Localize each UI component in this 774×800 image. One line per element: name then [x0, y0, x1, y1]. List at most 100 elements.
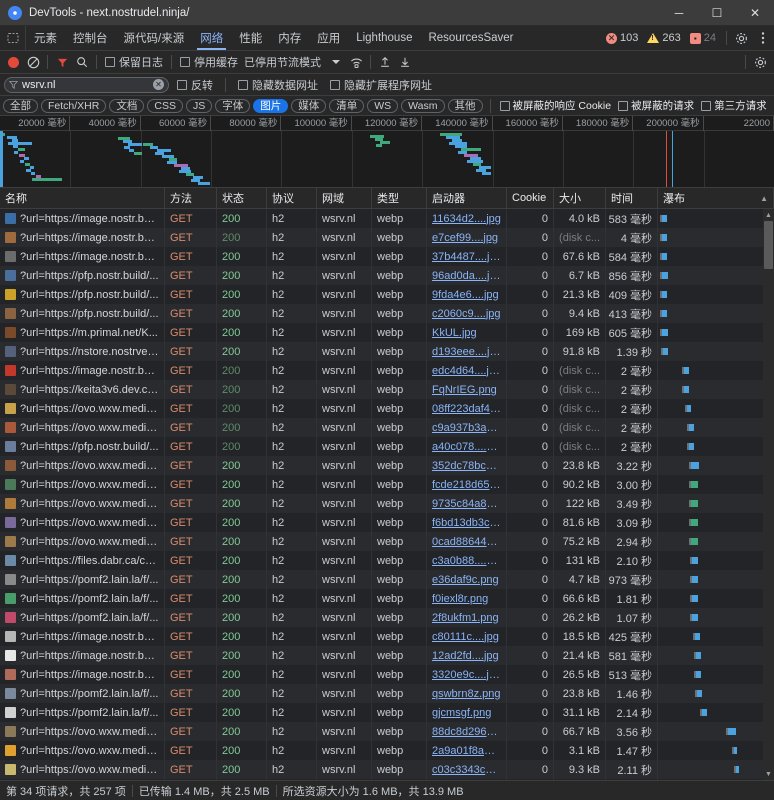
- initiator-link[interactable]: edc4d64....jpg: [432, 365, 501, 377]
- cell-initiator[interactable]: f6bd13db3c3ee3: [427, 513, 507, 532]
- hide-extension-urls-checkbox[interactable]: 隐藏扩展程序网址: [326, 77, 436, 93]
- type-filter-pill-8[interactable]: 清单: [329, 99, 364, 113]
- initiator-link[interactable]: 352dc78bc4a11e: [432, 460, 501, 472]
- type-filter-checkbox-1[interactable]: 被屏蔽的请求: [616, 98, 696, 113]
- dock-side-icon[interactable]: [0, 26, 26, 50]
- network-settings-gear-icon[interactable]: [750, 52, 770, 72]
- cell-initiator[interactable]: c2060c9....jpg: [427, 304, 507, 323]
- column-header-cookie[interactable]: Cookie: [507, 188, 554, 208]
- table-row[interactable]: ?url=https://pfp.nostr.build/...GET200h2…: [0, 437, 774, 456]
- cell-initiator[interactable]: d193eee....jpeg: [427, 342, 507, 361]
- tab-3[interactable]: 网络: [192, 26, 231, 50]
- cell-initiator[interactable]: f0iexl8r.png: [427, 589, 507, 608]
- network-overview-timeline[interactable]: 20000 毫秒40000 毫秒60000 毫秒80000 毫秒100000 毫…: [0, 116, 774, 188]
- table-row[interactable]: ?url=https://image.nostr.bui...GET200h2w…: [0, 247, 774, 266]
- cell-initiator[interactable]: 37b4487....jpg: [427, 247, 507, 266]
- table-row[interactable]: ?url=https://ovo.wxw.media...GET200h2wsr…: [0, 760, 774, 779]
- initiator-link[interactable]: 9fda4e6....jpg: [432, 289, 499, 301]
- table-row[interactable]: ?url=https://pomf2.lain.la/f/...GET200h2…: [0, 570, 774, 589]
- initiator-link[interactable]: f6bd13db3c3ee3: [432, 517, 501, 529]
- type-filter-checkbox-0[interactable]: 被屏蔽的响应 Cookie: [498, 98, 614, 113]
- initiator-link[interactable]: fcde218d6541c6: [432, 479, 501, 491]
- initiator-link[interactable]: 0cad8864491fc0: [432, 536, 501, 548]
- table-row[interactable]: ?url=https://m.primal.net/K...GET200h2ws…: [0, 323, 774, 342]
- initiator-link[interactable]: 11634d2....jpg: [432, 213, 501, 225]
- initiator-link[interactable]: c3a0b88....png: [432, 555, 501, 567]
- type-filter-pill-5[interactable]: 字体: [215, 99, 250, 113]
- tab-4[interactable]: 性能: [231, 26, 270, 50]
- cell-initiator[interactable]: 11634d2....jpg: [427, 209, 507, 228]
- table-row[interactable]: ?url=https://image.nostr.bui...GET200h2w…: [0, 627, 774, 646]
- tab-0[interactable]: 元素: [26, 26, 65, 50]
- cell-initiator[interactable]: 352dc78bc4a11e: [427, 456, 507, 475]
- initiator-link[interactable]: 37b4487....jpg: [432, 251, 501, 263]
- window-maximize-button[interactable]: ☐: [698, 0, 736, 26]
- tab-1[interactable]: 控制台: [65, 26, 116, 50]
- tab-7[interactable]: Lighthouse: [348, 26, 420, 50]
- cell-initiator[interactable]: 50cf074ddc0ce9: [427, 779, 507, 780]
- cell-initiator[interactable]: 9fda4e6....jpg: [427, 285, 507, 304]
- issue-counters[interactable]: ✕ 103 263 ▪ 24: [603, 26, 723, 50]
- cell-initiator[interactable]: 96ad0da....jpg: [427, 266, 507, 285]
- cell-initiator[interactable]: gjcmsgf.png: [427, 703, 507, 722]
- sort-asc-icon[interactable]: ▲: [760, 194, 768, 203]
- table-row[interactable]: ?url=https://ovo.wxw.media...GET200h2wsr…: [0, 513, 774, 532]
- disable-cache-checkbox[interactable]: 停用缓存: [176, 54, 242, 70]
- initiator-link[interactable]: 12ad2fd....jpg: [432, 650, 499, 662]
- column-header-waterfall[interactable]: 瀑布▲: [658, 188, 774, 208]
- export-har-icon[interactable]: [395, 52, 415, 72]
- table-row[interactable]: ?url=https://image.nostr.bui...GET200h2w…: [0, 665, 774, 684]
- record-stop-icon[interactable]: [3, 52, 23, 72]
- cell-initiator[interactable]: c9a937b3a3832c: [427, 418, 507, 437]
- initiator-link[interactable]: c03c3343cab3ee: [432, 764, 501, 776]
- column-header-method[interactable]: 方法: [165, 188, 217, 208]
- cell-initiator[interactable]: 2f8ukfm1.png: [427, 608, 507, 627]
- cell-initiator[interactable]: fcde218d6541c6: [427, 475, 507, 494]
- table-row[interactable]: ?url=https://ovo.wxw.media...GET200h2wsr…: [0, 532, 774, 551]
- initiator-link[interactable]: 96ad0da....jpg: [432, 270, 501, 282]
- initiator-link[interactable]: gjcmsgf.png: [432, 707, 491, 719]
- column-header-time[interactable]: 时间: [606, 188, 658, 208]
- filter-input-value[interactable]: wsrv.nl: [22, 79, 149, 91]
- type-filter-checkbox-2[interactable]: 第三方请求: [699, 98, 769, 113]
- cell-initiator[interactable]: c80111c....jpg: [427, 627, 507, 646]
- table-row[interactable]: ?url=https://ovo.wxw.media...GET200h2wsr…: [0, 779, 774, 780]
- type-filter-pill-10[interactable]: Wasm: [401, 99, 444, 113]
- more-vertical-icon[interactable]: [752, 26, 774, 50]
- cell-initiator[interactable]: 2a9a01f8a9eb2c: [427, 741, 507, 760]
- initiator-link[interactable]: e36daf9c.png: [432, 574, 499, 586]
- table-row[interactable]: ?url=https://pomf2.lain.la/f/...GET200h2…: [0, 684, 774, 703]
- type-filter-pill-4[interactable]: JS: [186, 99, 212, 113]
- type-filter-pill-9[interactable]: WS: [367, 99, 398, 113]
- table-row[interactable]: ?url=https://ovo.wxw.media...GET200h2wsr…: [0, 741, 774, 760]
- cell-initiator[interactable]: 3320e9c....jpg: [427, 665, 507, 684]
- column-header-initiator[interactable]: 启动器: [427, 188, 507, 208]
- table-row[interactable]: ?url=https://ovo.wxw.media...GET200h2wsr…: [0, 456, 774, 475]
- hide-data-urls-checkbox[interactable]: 隐藏数据网址: [234, 77, 322, 93]
- table-row[interactable]: ?url=https://ovo.wxw.media...GET200h2wsr…: [0, 475, 774, 494]
- initiator-link[interactable]: c80111c....jpg: [432, 631, 499, 643]
- warning-counter[interactable]: 263: [644, 32, 683, 44]
- column-header-domain[interactable]: 网域: [317, 188, 372, 208]
- column-header-protocol[interactable]: 协议: [267, 188, 317, 208]
- type-filter-pill-3[interactable]: CSS: [147, 99, 183, 113]
- table-row[interactable]: ?url=https://pomf2.lain.la/f/...GET200h2…: [0, 703, 774, 722]
- type-filter-pill-6[interactable]: 图片: [253, 99, 288, 113]
- cell-initiator[interactable]: qswbrn8z.png: [427, 684, 507, 703]
- table-row[interactable]: ?url=https://keita3v6.dev.cd...GET200h2w…: [0, 380, 774, 399]
- import-har-icon[interactable]: [375, 52, 395, 72]
- tab-8[interactable]: ResourcesSaver: [420, 26, 521, 50]
- table-row[interactable]: ?url=https://pfp.nostr.build/...GET200h2…: [0, 285, 774, 304]
- type-filter-pill-11[interactable]: 其他: [448, 99, 483, 113]
- table-row[interactable]: ?url=https://ovo.wxw.media...GET200h2wsr…: [0, 399, 774, 418]
- column-header-type[interactable]: 类型: [372, 188, 427, 208]
- initiator-link[interactable]: 2a9a01f8a9eb2c: [432, 745, 501, 757]
- clear-x-icon[interactable]: ✕: [153, 79, 164, 90]
- window-minimize-button[interactable]: ─: [660, 0, 698, 26]
- cell-initiator[interactable]: e36daf9c.png: [427, 570, 507, 589]
- initiator-link[interactable]: FqNrIEG.png: [432, 384, 497, 396]
- throttling-dropdown[interactable]: 已停用节流模式: [242, 54, 340, 70]
- initiator-link[interactable]: 88dc8d2968f02f: [432, 726, 501, 738]
- initiator-link[interactable]: qswbrn8z.png: [432, 688, 501, 700]
- table-row[interactable]: ?url=https://image.nostr.bui...GET200h2w…: [0, 228, 774, 247]
